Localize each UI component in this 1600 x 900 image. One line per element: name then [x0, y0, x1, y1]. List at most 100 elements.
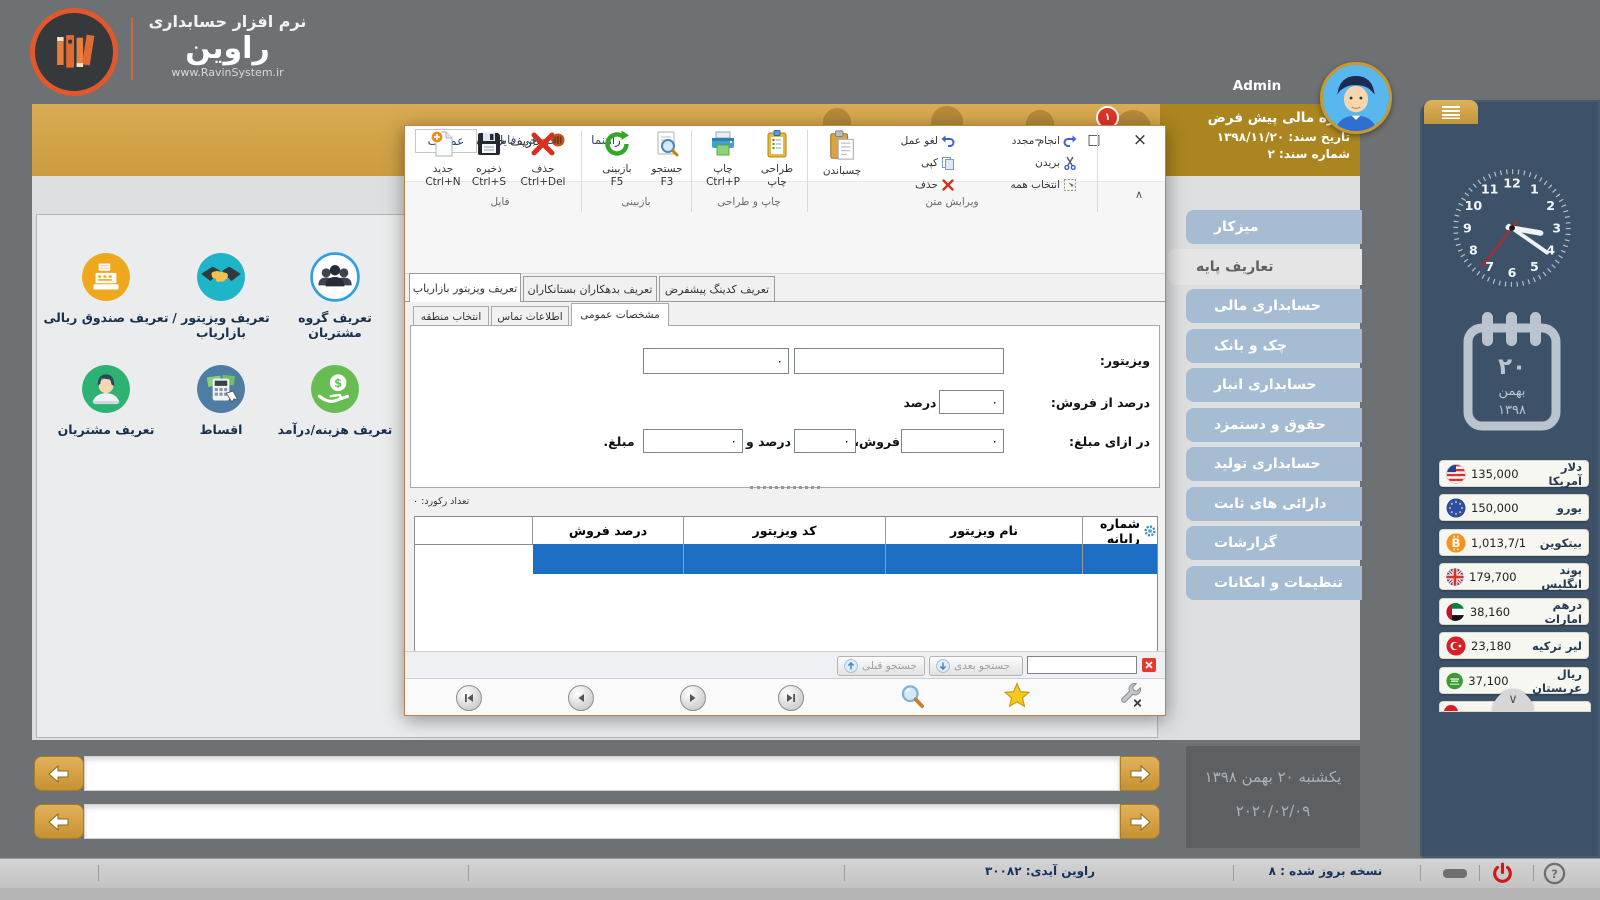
ticker2-left-button[interactable] — [34, 804, 84, 839]
close-search-button[interactable] — [1142, 658, 1156, 672]
search-button[interactable]: جستجو F3 — [644, 129, 690, 189]
sidebar-item-inventory-accounting[interactable]: حسابداری انبار — [1186, 368, 1362, 402]
gear-icon[interactable] — [1143, 524, 1157, 538]
table-header-visitor-code[interactable]: کد ویزیتور — [684, 517, 886, 544]
clock-number: 5 — [1530, 259, 1539, 274]
table-row-cell[interactable] — [684, 544, 886, 574]
sidebar-item-fixed-assets[interactable]: دارائی های ثابت — [1186, 487, 1362, 521]
tab-debtors-creditors[interactable]: تعریف بدهکاران بستانکاران — [523, 276, 657, 302]
table-header-visitor-name[interactable]: نام ویزیتور — [886, 517, 1083, 544]
table-header-computer-number[interactable]: شماره رایانه — [1083, 517, 1157, 544]
sidebar-item-cheque-bank[interactable]: چک و بانک — [1186, 329, 1362, 363]
last-record-button[interactable] — [778, 685, 804, 711]
sidebar-item-financial-accounting[interactable]: حسابداری مالی — [1186, 289, 1362, 323]
subtab-contact-info[interactable]: اطلاعات تماس — [491, 306, 569, 326]
currency-row-usd[interactable]: 135,000 دلار آمریکا — [1439, 460, 1589, 487]
save-button[interactable]: ذخیره Ctrl+S — [466, 129, 512, 189]
divider — [1420, 865, 1421, 881]
select-all-button[interactable]: انتخاب همه — [961, 175, 1077, 195]
currency-row-gbp[interactable]: 179,700 پوند انگلیس — [1439, 563, 1589, 590]
app-website[interactable]: www.RavinSystem.ir — [140, 66, 315, 79]
sidebar-item-payroll[interactable]: حقوق و دستمزد — [1186, 408, 1362, 442]
copy-button[interactable]: کپی — [867, 153, 955, 173]
refresh-button[interactable]: بازبینی F5 — [594, 129, 640, 189]
table-search-input[interactable] — [1027, 656, 1137, 674]
power-button[interactable] — [1490, 861, 1515, 890]
ticker2-right-button[interactable] — [1120, 804, 1160, 839]
arrow-left-icon — [47, 810, 71, 834]
ticker-input-1[interactable] — [85, 757, 1123, 792]
table-header-sale-percent[interactable]: درصد فروش — [533, 517, 684, 544]
delete-small-button[interactable]: حذف — [867, 175, 955, 195]
next-record-button[interactable] — [680, 685, 706, 711]
undo-button[interactable]: لغو عمل — [867, 131, 955, 151]
cut-button[interactable]: بریدن — [961, 153, 1077, 173]
shortcut-expense-income[interactable]: $ تعریف هزینه/درآمد — [270, 364, 400, 437]
search-previous-button[interactable]: جستجو قبلی — [837, 656, 925, 676]
new-button[interactable]: جدید Ctrl+N — [420, 129, 466, 189]
shortcut-installments[interactable]: اقساط — [156, 364, 286, 437]
cash-register-icon — [81, 252, 131, 302]
ticker-input-2[interactable] — [85, 805, 1123, 840]
subtab-general-specs[interactable]: مشخصات عمومی — [571, 303, 669, 326]
sidebar-item-desktop[interactable]: میزکار — [1186, 210, 1362, 244]
amount2-input[interactable] — [643, 429, 743, 453]
edit-buttons-col1: لغو عمل کپی حذف — [867, 131, 955, 197]
minimize-app-button[interactable] — [1443, 869, 1467, 878]
tab-default-coding[interactable]: تعریف کدینگ پیشفرض — [659, 276, 775, 302]
income-icon: $ — [310, 364, 360, 414]
widgets-menu-tab[interactable] — [1424, 100, 1478, 124]
maximize-button[interactable]: □ — [1077, 129, 1111, 151]
shortcut-customer-groups[interactable]: تعریف گروه مشتریان — [270, 252, 400, 340]
paste-button[interactable]: چسباندن — [819, 129, 865, 178]
currency-value: 179,700 — [1469, 570, 1517, 584]
currency-row-btc[interactable]: B 1,013,7/1 بیتکوین — [1439, 529, 1589, 556]
previous-record-button[interactable] — [568, 685, 594, 711]
first-record-button[interactable] — [456, 685, 482, 711]
shortcut-visitor[interactable]: تعریف ویزیتور /بازاریاب — [156, 252, 286, 340]
sidebar-item-base-definitions[interactable]: تعاریف پایه — [1168, 249, 1362, 285]
solar-date: یکشنبه ۲۰ بهمن ۱۳۹۸ — [1186, 746, 1360, 786]
shortcut-cash-register[interactable]: تعریف صندوق ریالی — [41, 252, 171, 325]
avatar[interactable] — [1320, 62, 1392, 134]
table-row-cell[interactable] — [533, 544, 684, 574]
print-design-button[interactable]: طراحی چاپ — [754, 129, 800, 189]
ticker1-left-button[interactable] — [34, 756, 84, 791]
amount-input[interactable] — [901, 429, 1004, 453]
search-next-button[interactable]: جستجو بعدی — [929, 656, 1023, 676]
tools-button[interactable] — [1118, 683, 1144, 713]
sidebar-item-production-accounting[interactable]: حسابداری تولید — [1186, 447, 1362, 481]
help-button[interactable]: ? — [1543, 862, 1566, 889]
delete-button[interactable]: حذف Ctrl+Del — [520, 129, 566, 189]
collapse-ribbon-button[interactable]: ∧ — [1135, 188, 1143, 201]
sidebar-item-reports[interactable]: گزارشات — [1186, 526, 1362, 560]
currency-row-eur[interactable]: 150,000 یورو — [1439, 494, 1589, 521]
sidebar-item-settings[interactable]: تنظیمات و امکانات — [1186, 566, 1362, 600]
print-button[interactable]: چاپ Ctrl+P — [700, 129, 746, 189]
sale-percent-input[interactable] — [939, 390, 1004, 414]
currency-row-try[interactable]: 23,180 لیر ترکیه — [1439, 632, 1589, 659]
tab-visitor-definition[interactable]: تعریف ویزیتور بازاریاب — [409, 273, 521, 302]
username-label[interactable]: Admin — [1212, 78, 1302, 94]
print-design-icon — [762, 129, 792, 159]
clock-number: 10 — [1465, 198, 1483, 213]
splitter-handle[interactable] — [750, 486, 820, 489]
currency-row-aed[interactable]: 38,160 درهم امارات — [1439, 598, 1589, 625]
hamburger-icon — [1440, 105, 1462, 119]
visitor-name-input[interactable] — [794, 348, 1004, 374]
close-button[interactable]: × — [1123, 129, 1157, 151]
search-records-button[interactable] — [899, 683, 926, 714]
visitors-table[interactable]: درصد فروش کد ویزیتور نام ویزیتور شماره ر… — [414, 516, 1158, 656]
ticker1-right-button[interactable] — [1120, 756, 1160, 791]
shortcut-customers[interactable]: تعریف مشتریان — [41, 364, 171, 437]
redo-button[interactable]: انجام مجدد — [961, 131, 1077, 151]
visitor-code-input[interactable] — [643, 348, 789, 374]
previous-icon — [575, 692, 587, 704]
subtab-region-select[interactable]: انتخاب منطقه — [413, 306, 489, 326]
uk-flag-icon — [1446, 567, 1464, 587]
percent2-input[interactable] — [794, 429, 856, 453]
table-row-cell[interactable] — [886, 544, 1083, 574]
table-row-cell[interactable] — [1083, 544, 1157, 574]
favorite-button[interactable] — [1003, 682, 1031, 714]
star-icon — [1003, 682, 1031, 710]
